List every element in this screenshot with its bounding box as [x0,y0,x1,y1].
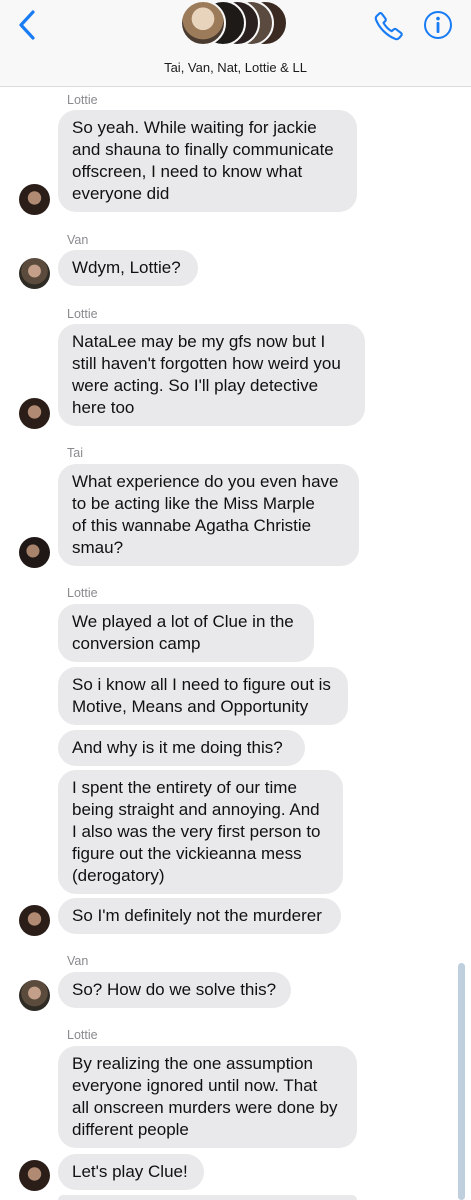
message-line: So i know all I need to figure out is [72,675,331,694]
message-line: offscreen, I need to know what [72,162,303,181]
message-line: different people [72,1120,189,1139]
sender-name: Lottie [67,93,98,107]
message-bubble[interactable]: Let's play Clue! [58,1154,204,1190]
message-line: smau? [72,538,124,557]
group-avatars[interactable] [180,0,290,48]
avatar[interactable] [19,184,50,215]
sender-name: Van [67,233,89,247]
info-icon[interactable] [423,10,453,40]
message-bubble[interactable]: So I'm definitely not the murderer [58,898,341,934]
message-line: everyone did [72,184,170,203]
scrollbar[interactable] [458,963,465,1200]
message-line: I also was the very first person to [72,822,321,841]
conversation-title[interactable]: Tai, Van, Nat, Lottie & LL [0,60,471,75]
message-line: here too [72,398,135,417]
message-bubble[interactable]: We played a lot of Clue in the conversio… [58,604,314,662]
message-line: We played a lot of Clue in the [72,612,294,631]
message-line: conversion camp [72,634,201,653]
avatar[interactable] [19,905,50,936]
message-line: were acting. So I'll play detective [72,376,319,395]
message-line: Let's play Clue! [72,1162,188,1181]
avatar[interactable] [19,398,50,429]
message-line: I spent the entirety of our time [72,778,297,797]
sender-name: Tai [67,446,83,460]
message-bubble[interactable]: I spent the entirety of our time being s… [58,770,343,894]
message-bubble[interactable]: Wdym, Lottie? [58,250,198,286]
sender-name: Lottie [67,307,98,321]
message-line: (derogatory) [72,866,165,885]
message-bubble[interactable]: And why is it me doing this? [58,730,305,766]
avatar[interactable] [19,980,50,1011]
message-line: everyone ignored until now. That [72,1076,318,1095]
message-bubble[interactable]: What experience do you even have to be a… [58,464,359,566]
group-avatar [180,0,226,46]
message-line: So? How do we solve this? [72,980,277,999]
message-bubble[interactable]: By realizing the one assumption everyone… [58,1046,357,1148]
message-line: still haven't forgotten how weird you [72,354,341,373]
message-line: By realizing the one assumption [72,1054,313,1073]
message-line: So yeah. While waiting for jackie [72,118,317,137]
message-line: Wdym, Lottie? [72,258,181,277]
conversation-header: Tai, Van, Nat, Lottie & LL [0,0,471,87]
message-line: all onscreen murders were done by [72,1098,338,1117]
message-line: So I'm definitely not the murderer [72,906,322,925]
chevron-left-icon[interactable] [14,8,40,42]
avatar[interactable] [19,1160,50,1191]
phone-icon[interactable] [373,10,405,42]
avatar[interactable] [19,258,50,289]
sender-name: Van [67,954,89,968]
avatar[interactable] [19,537,50,568]
message-bubble[interactable]: So yeah. While waiting for jackie and sh… [58,110,357,212]
message-line: What experience do you even have [72,472,339,491]
message-line: Motive, Means and Opportunity [72,697,309,716]
message-bubble[interactable]: NataLee may be my gfs now but I still ha… [58,324,365,426]
message-line: to be acting like the Miss Marple [72,494,315,513]
message-bubble[interactable]: So i know all I need to figure out is Mo… [58,667,348,725]
sender-name: Lottie [67,586,98,600]
message-line: NataLee may be my gfs now but I [72,332,326,351]
message-line: being straight and annoying. And [72,800,320,819]
sender-name: Lottie [67,1028,98,1042]
message-bubble[interactable]: So? How do we solve this? [58,972,291,1008]
message-line: of this wannabe Agatha Christie [72,516,312,535]
message-line: And why is it me doing this? [72,738,283,757]
message-line: figure out the vickieanna mess [72,844,302,863]
message-bubble-partial[interactable] [58,1195,357,1200]
message-line: and shauna to finally communicate [72,140,334,159]
